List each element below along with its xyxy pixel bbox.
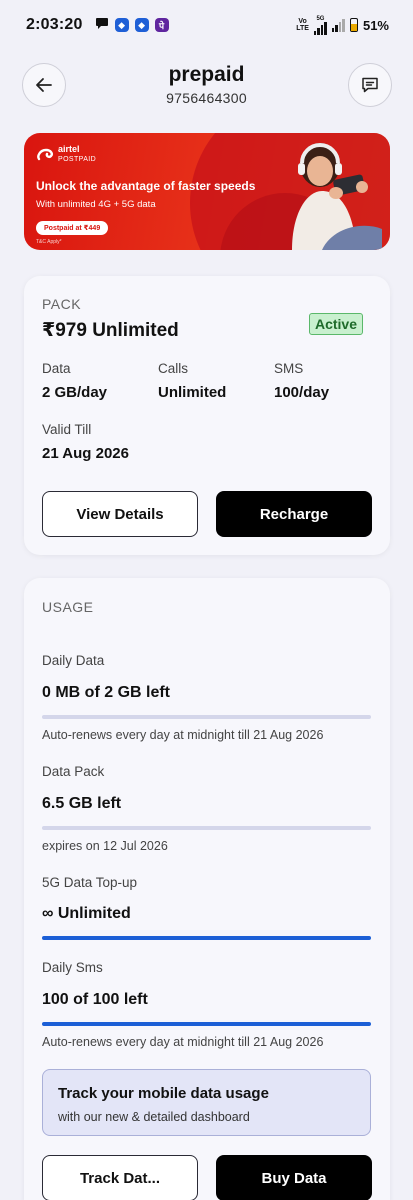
usage-item-title: 5G Data Top-up [42, 875, 138, 890]
track-usage-promo[interactable]: Track your mobile data usage with our ne… [42, 1069, 371, 1136]
sms-label: SMS [274, 361, 304, 376]
calls-label: Calls [158, 361, 189, 376]
usage-item-note: Auto-renews every day at midnight till 2… [42, 1035, 324, 1049]
usage-card: USAGE Daily Data 0 MB of 2 GB left Auto-… [24, 578, 390, 1200]
usage-item-title: Daily Data [42, 653, 105, 668]
airtel-logo-icon [37, 148, 53, 160]
pack-name: ₹979 Unlimited [42, 320, 179, 341]
valid-till-value: 21 Aug 2026 [42, 445, 129, 462]
usage-item-note: expires on 12 Jul 2026 [42, 839, 168, 853]
usage-item-value: 6.5 GB left [42, 795, 122, 812]
promo-subtitle: with our new & detailed dashboard [58, 1110, 250, 1124]
usage-progress-bar [42, 715, 371, 719]
data-value: 2 GB/day [42, 384, 108, 401]
battery-percent: 51% [362, 17, 389, 33]
buy-data-button[interactable]: Buy Data [216, 1155, 372, 1200]
pack-caption: PACK [42, 296, 82, 312]
banner-person-illustration [292, 143, 382, 250]
usage-item-value: ∞ Unlimited [42, 905, 131, 922]
data-label: Data [42, 361, 71, 376]
chat-support-button[interactable] [348, 63, 392, 107]
app-notification-icon: ◆ [114, 18, 129, 32]
status-badge: Active [308, 313, 363, 335]
pack-card: PACK ₹979 Unlimited Active Data 2 GB/day… [24, 276, 390, 555]
usage-caption: USAGE [42, 599, 94, 615]
status-bar: 2:03:20 ◆ ◆ पे Vo LTE 5G 51% [0, 0, 413, 50]
promo-title: Track your mobile data usage [58, 1085, 269, 1102]
sms-value: 100/day [274, 384, 330, 401]
banner-headline: Unlock the advantage of faster speeds [36, 179, 256, 193]
track-data-button[interactable]: Track Dat... [42, 1155, 198, 1200]
usage-item-note: Auto-renews every day at midnight till 2… [42, 728, 324, 742]
battery-icon [349, 18, 358, 32]
banner-tc: T&C Apply* [36, 239, 62, 245]
usage-progress-fill [42, 1022, 371, 1026]
volte-icon: Vo LTE [296, 18, 309, 32]
usage-progress-bar [42, 826, 371, 830]
app-notification-icon: ◆ [134, 18, 149, 32]
usage-item-title: Daily Sms [42, 960, 103, 975]
usage-progress-bar [42, 1022, 371, 1026]
recharge-button[interactable]: Recharge [216, 491, 372, 537]
usage-item-value: 0 MB of 2 GB left [42, 684, 171, 701]
payment-app-notification-icon: पे [154, 18, 169, 32]
view-details-button[interactable]: View Details [42, 491, 198, 537]
banner-subline: With unlimited 4G + 5G data [36, 199, 156, 210]
chat-icon [362, 77, 378, 93]
usage-item-value: 100 of 100 left [42, 991, 148, 1008]
status-time: 2:03:20 [26, 16, 83, 33]
airtel-logo: airtel POSTPAID [36, 145, 96, 164]
signal-weak-icon [331, 18, 345, 32]
banner-price-pill[interactable]: Postpaid at ₹449 [36, 221, 109, 235]
usage-progress-fill [42, 936, 371, 940]
calls-value: Unlimited [158, 384, 227, 401]
chat-notification-icon [95, 16, 109, 35]
usage-item-title: Data Pack [42, 764, 105, 779]
usage-progress-bar [42, 936, 371, 940]
signal-icon: 5G [313, 16, 327, 35]
promo-banner[interactable]: airtel POSTPAID Unlock the advantage of f… [24, 133, 390, 250]
valid-till-label: Valid Till [42, 422, 92, 437]
